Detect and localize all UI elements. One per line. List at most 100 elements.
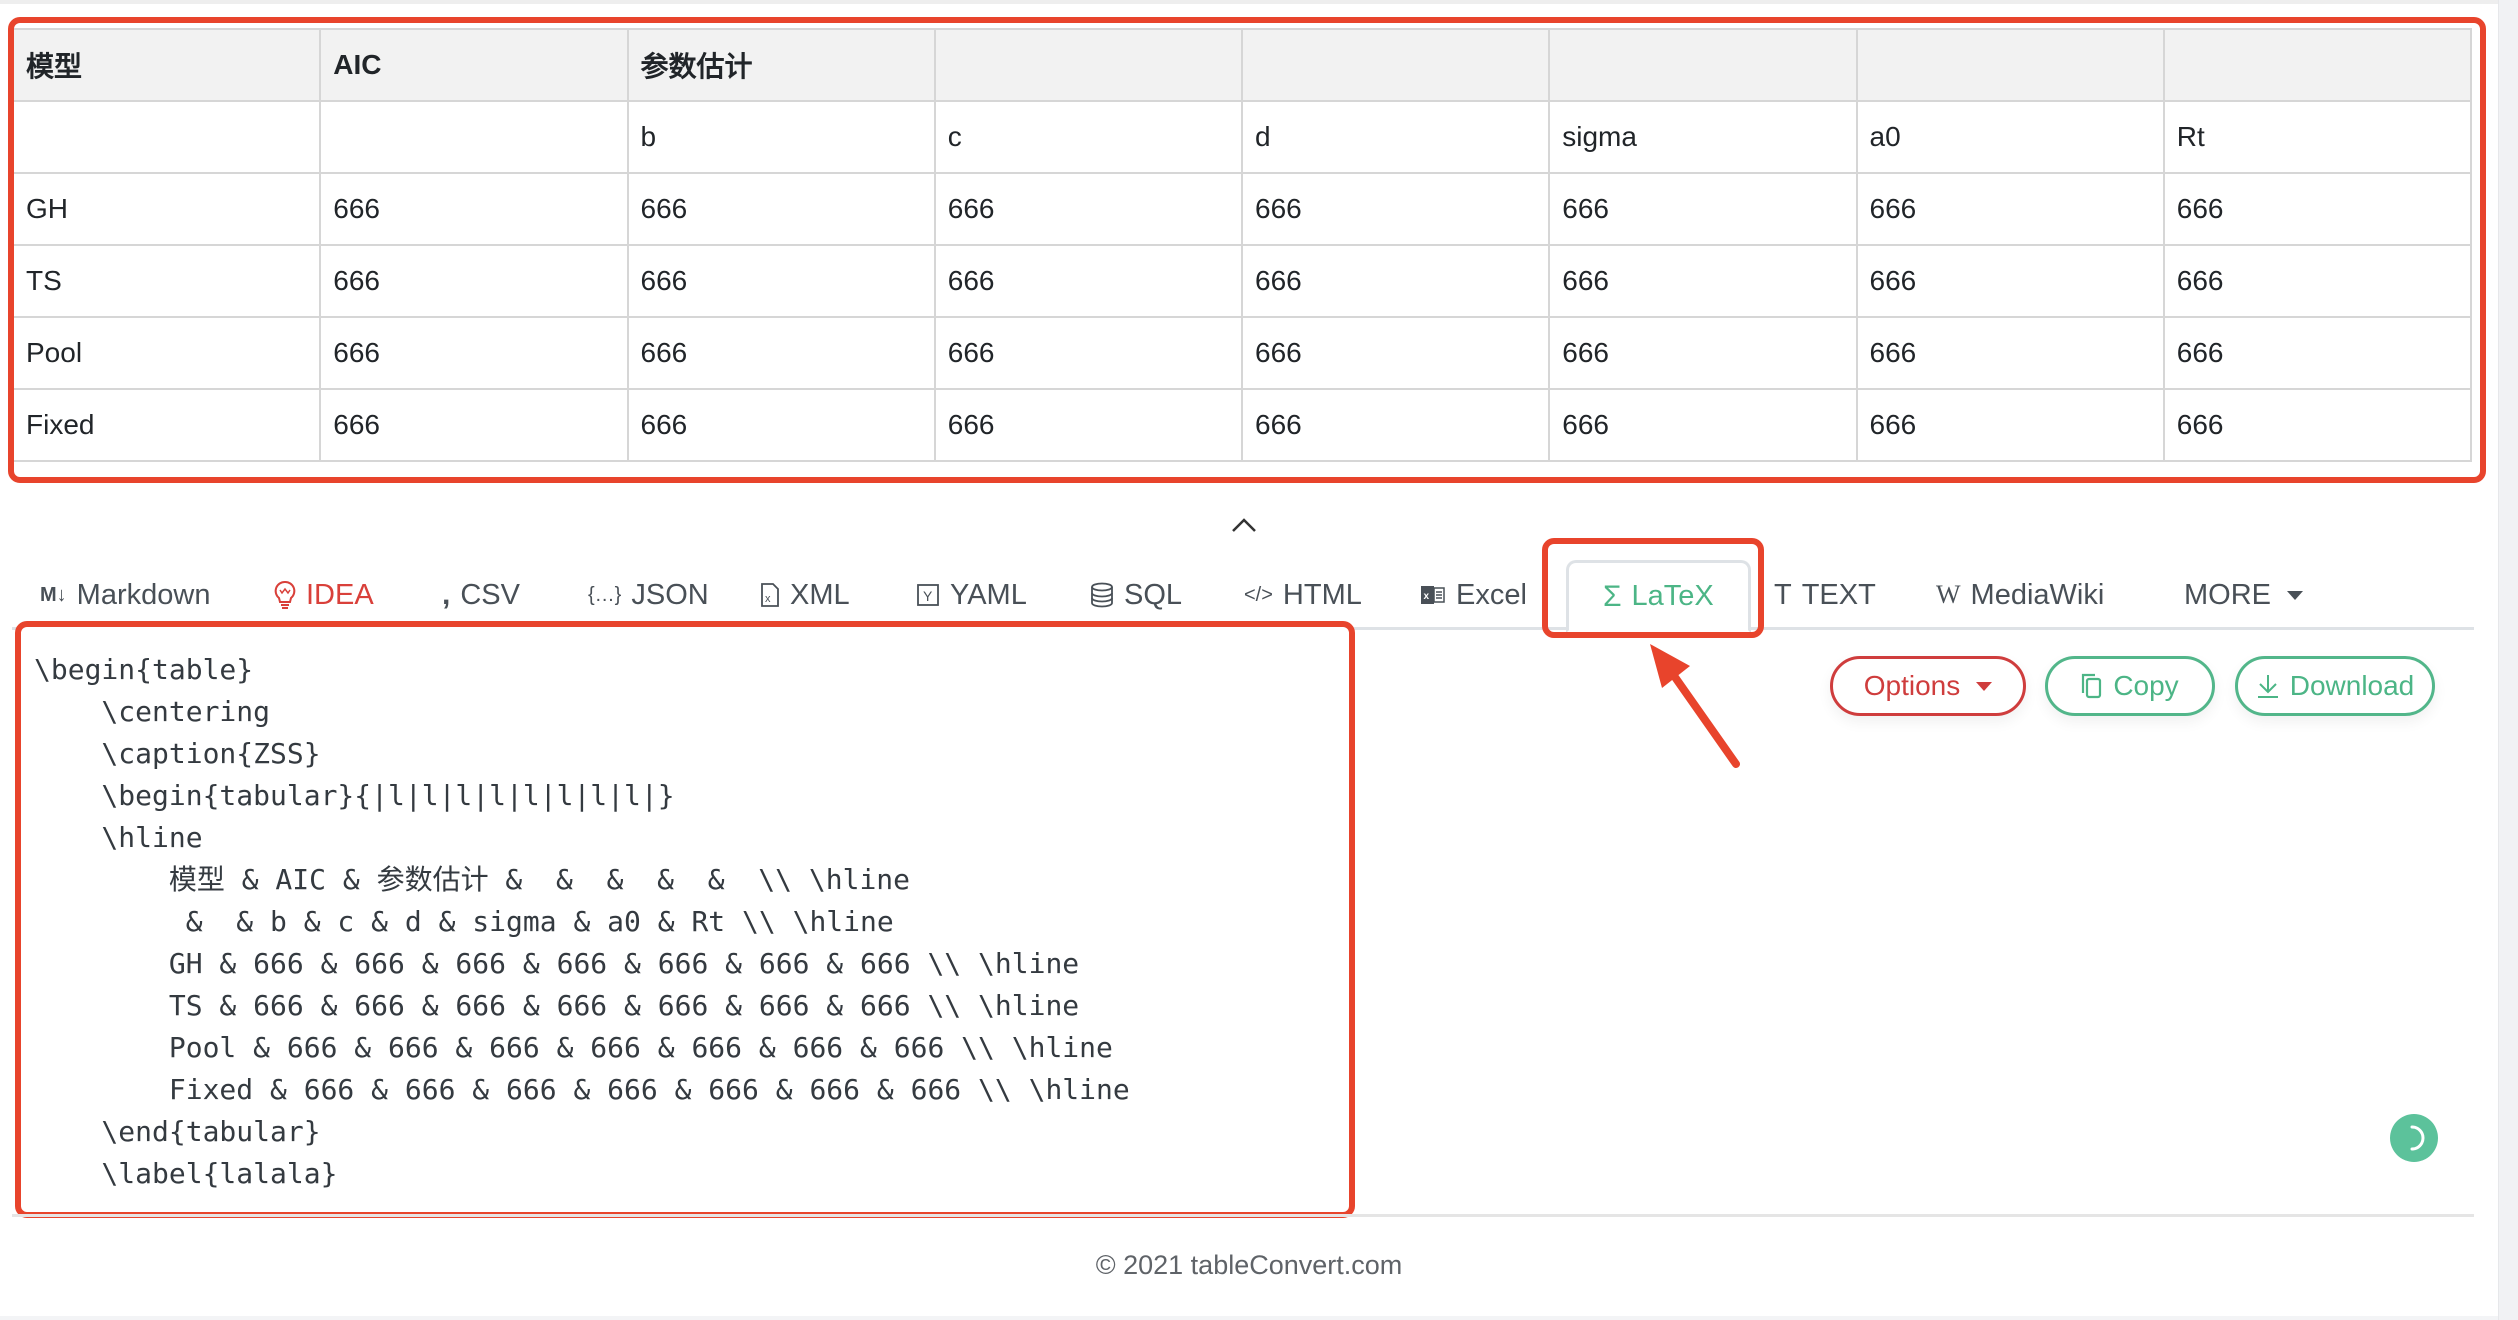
table-cell[interactable]: 666 (1855, 244, 2165, 318)
table-cell[interactable]: TS (12, 244, 322, 318)
tab-markdown[interactable]: M↓ Markdown (40, 560, 210, 630)
footer-copyright: © 2021 tableConvert.com (1095, 1250, 1403, 1280)
download-button[interactable]: Download (2235, 656, 2435, 716)
format-tabs: M↓ Markdown IDEA , CSV {…} JSON x XML Y … (12, 560, 2474, 633)
code-line: Fixed & 666 & 666 & 666 & 666 & 666 & 66… (34, 1073, 1130, 1106)
tab-more-dropdown[interactable]: MORE (2184, 560, 2303, 630)
table-row: TS 666 666 666 666 666 666 666 (12, 244, 2472, 318)
code-line: \label{lalala} (34, 1157, 338, 1190)
table-cell[interactable]: 666 (319, 388, 629, 462)
tab-label: Excel (1456, 578, 1527, 611)
table-header-cell[interactable] (1548, 28, 1858, 102)
code-line: Pool & 666 & 666 & 666 & 666 & 666 & 666… (34, 1031, 1113, 1064)
table-cell[interactable]: 666 (2162, 244, 2472, 318)
table-header-cell[interactable] (1240, 28, 1551, 102)
table-header-cell[interactable] (1855, 28, 2165, 102)
collapse-chevron-up-icon[interactable] (1230, 515, 1258, 535)
tab-label: IDEA (306, 578, 374, 611)
table-cell[interactable]: 666 (933, 172, 1244, 246)
table-row: Fixed 666 666 666 666 666 666 666 (12, 388, 2472, 462)
download-icon (2257, 675, 2278, 698)
table-cell[interactable]: 666 (626, 172, 936, 246)
tab-csv[interactable]: , CSV (442, 560, 520, 630)
table-cell[interactable]: sigma (1548, 100, 1858, 174)
table-cell[interactable]: 666 (1548, 388, 1858, 462)
table-cell[interactable]: Fixed (12, 388, 322, 462)
code-line: TS & 666 & 666 & 666 & 666 & 666 & 666 &… (34, 989, 1080, 1022)
table-row: Pool 666 666 666 666 666 666 666 (12, 316, 2472, 390)
table-cell[interactable]: 666 (2162, 172, 2472, 246)
table-cell[interactable]: 666 (1548, 172, 1858, 246)
table-cell[interactable]: 666 (1240, 172, 1551, 246)
table-cell[interactable]: 666 (1548, 316, 1858, 390)
table-cell[interactable]: GH (12, 172, 322, 246)
tab-latex[interactable]: Σ LaTeX (1566, 560, 1751, 633)
table-cell[interactable]: 666 (319, 172, 629, 246)
tab-idea[interactable]: IDEA (274, 560, 374, 630)
table-cell[interactable]: 666 (2162, 388, 2472, 462)
tab-label: MediaWiki (1970, 578, 2105, 611)
table-cell[interactable]: 666 (1240, 244, 1551, 318)
code-line: 模型 & AIC & 参数估计 & & & & & \\ \hline (34, 863, 911, 896)
latex-output-textarea[interactable]: \begin{table} \centering \caption{ZSS} \… (20, 627, 1350, 1212)
table-cell[interactable]: 666 (933, 388, 1244, 462)
table-header-cell[interactable] (2162, 28, 2472, 102)
table-cell[interactable]: 666 (933, 244, 1244, 318)
table-header-cell[interactable]: 参数估计 (626, 28, 936, 102)
tab-excel[interactable]: x Excel (1420, 560, 1527, 630)
tab-label: JSON (631, 578, 709, 611)
table-cell[interactable]: 666 (319, 316, 629, 390)
tab-text[interactable]: T TEXT (1774, 560, 1876, 630)
table-cell[interactable]: 666 (1855, 316, 2165, 390)
code-line: GH & 666 & 666 & 666 & 666 & 666 & 666 &… (34, 947, 1080, 980)
table-cell[interactable] (12, 100, 322, 174)
table-header-row: 模型 AIC 参数估计 (12, 28, 2472, 102)
table-header-cell[interactable] (933, 28, 1244, 102)
code-line: \begin{tabular}{|l|l|l|l|l|l|l|l|} (34, 779, 675, 812)
svg-text:x: x (765, 593, 771, 605)
floating-action-button[interactable] (2390, 1114, 2438, 1162)
table-cell[interactable]: 666 (1855, 172, 2165, 246)
table-cell[interactable]: 666 (1548, 244, 1858, 318)
tab-mediawiki[interactable]: W MediaWiki (1936, 560, 2104, 630)
tab-yaml[interactable]: Y YAML (916, 560, 1027, 630)
tab-html[interactable]: </> HTML (1244, 560, 1362, 630)
table-cell[interactable]: Rt (2162, 100, 2472, 174)
table-cell[interactable]: b (626, 100, 936, 174)
table-cell[interactable]: 666 (626, 388, 936, 462)
tab-label: TEXT (1801, 578, 1876, 611)
table-cell[interactable]: 666 (319, 244, 629, 318)
options-dropdown-button[interactable]: Options (1830, 656, 2026, 716)
section-divider (12, 1214, 2474, 1217)
table-cell[interactable]: 666 (1855, 388, 2165, 462)
table-cell[interactable]: a0 (1855, 100, 2165, 174)
table-cell[interactable] (319, 100, 629, 174)
excel-icon: x (1421, 586, 1445, 604)
table-cell[interactable]: Pool (12, 316, 322, 390)
tab-xml[interactable]: x XML (760, 560, 850, 630)
table-row: b c d sigma a0 Rt (12, 100, 2472, 174)
tab-label: XML (790, 578, 850, 611)
table-row: GH 666 666 666 666 666 666 666 (12, 172, 2472, 246)
table-header-cell[interactable]: AIC (319, 28, 629, 102)
table-cell[interactable]: 666 (626, 244, 936, 318)
download-label: Download (2289, 670, 2415, 701)
copy-icon (2082, 673, 2102, 699)
xml-file-icon: x (761, 583, 779, 607)
page-scrollbar[interactable] (2498, 0, 2518, 1320)
table-cell[interactable]: 666 (1240, 388, 1551, 462)
table-cell[interactable]: 666 (626, 316, 936, 390)
tab-sql[interactable]: SQL (1090, 560, 1182, 630)
table-cell[interactable]: 666 (933, 316, 1244, 390)
table-cell[interactable]: c (933, 100, 1244, 174)
table-header-cell[interactable]: 模型 (12, 28, 322, 102)
table-cell[interactable]: 666 (2162, 316, 2472, 390)
tab-json[interactable]: {…} JSON (588, 560, 709, 630)
refresh-spinner-icon (2410, 1125, 2425, 1151)
yaml-icon: Y (917, 584, 939, 606)
svg-text:Y: Y (923, 588, 933, 604)
table-cell[interactable]: 666 (1240, 316, 1551, 390)
copy-button[interactable]: Copy (2045, 656, 2215, 716)
code-line: \centering (34, 695, 271, 728)
table-cell[interactable]: d (1240, 100, 1551, 174)
